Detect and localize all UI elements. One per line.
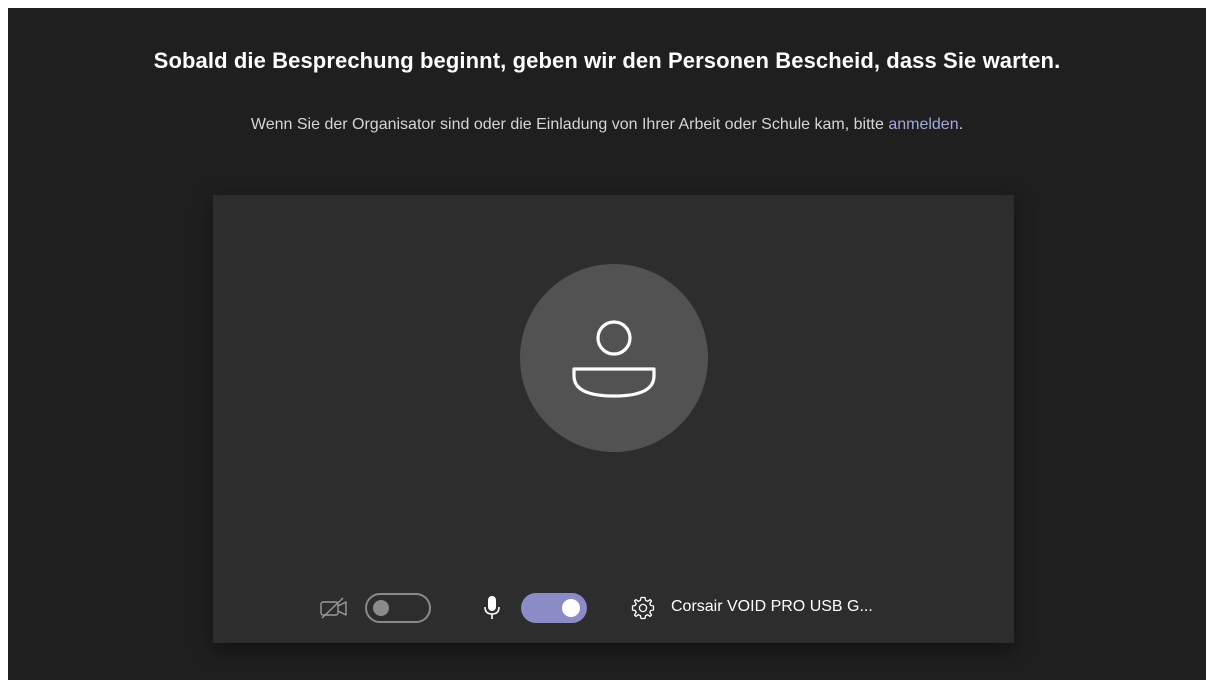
meeting-lobby: Sobald die Besprechung beginnt, geben wi… xyxy=(8,8,1206,680)
microphone-toggle[interactable] xyxy=(521,593,587,623)
gear-icon[interactable] xyxy=(630,595,656,621)
person-icon xyxy=(572,320,656,398)
camera-toggle-knob xyxy=(373,600,389,616)
video-preview: Corsair VOID PRO USB G... xyxy=(213,195,1014,643)
signin-hint-end: . xyxy=(958,116,964,133)
microphone-toggle-knob xyxy=(562,599,580,617)
device-controls: Corsair VOID PRO USB G... xyxy=(213,588,1014,628)
microphone-icon xyxy=(484,596,500,619)
avatar xyxy=(520,264,708,452)
signin-hint: Wenn Sie der Organisator sind oder die E… xyxy=(8,116,1206,134)
signin-hint-text: Wenn Sie der Organisator sind oder die E… xyxy=(250,116,889,133)
camera-toggle[interactable] xyxy=(365,593,431,623)
signin-link[interactable]: anmelden xyxy=(888,116,958,133)
page-title: Sobald die Besprechung beginnt, geben wi… xyxy=(153,48,1061,73)
camera-off-icon xyxy=(320,597,347,619)
device-settings-label[interactable]: Corsair VOID PRO USB G... xyxy=(671,598,873,616)
